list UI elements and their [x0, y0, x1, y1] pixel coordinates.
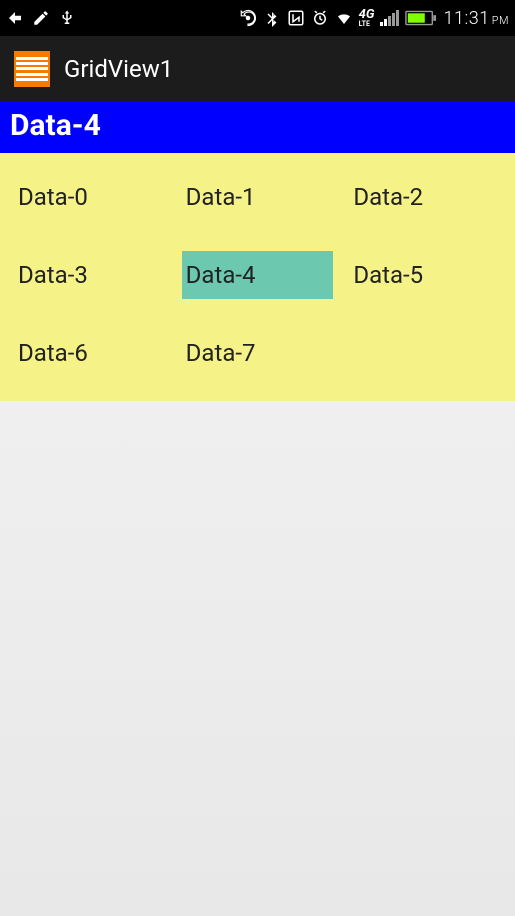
grid-item-0[interactable]: Data-0	[14, 173, 166, 221]
alarm-icon	[311, 9, 329, 27]
status-right: 4G LTE 11:31PM	[239, 8, 509, 29]
wifi-icon	[335, 9, 353, 27]
time-value: 11:31	[443, 8, 489, 29]
grid-item-2[interactable]: Data-2	[349, 173, 501, 221]
battery-icon	[405, 10, 437, 26]
grid-item-5[interactable]: Data-5	[349, 251, 501, 299]
grid-view[interactable]: Data-0 Data-1 Data-2 Data-3 Data-4 Data-…	[14, 173, 501, 377]
selected-item-header: Data-4	[0, 102, 515, 153]
signal-icon	[380, 10, 399, 26]
edit-icon	[32, 9, 50, 27]
network-label: 4G	[359, 9, 375, 21]
status-time: 11:31PM	[443, 8, 509, 29]
time-suffix: PM	[492, 14, 509, 27]
grid-item-3[interactable]: Data-3	[14, 251, 166, 299]
grid-item-1[interactable]: Data-1	[182, 173, 334, 221]
nfc-icon	[287, 9, 305, 27]
action-bar: GridView1	[0, 36, 515, 102]
status-left	[6, 9, 76, 27]
phone-sync-icon	[239, 9, 257, 27]
status-bar: 4G LTE 11:31PM	[0, 0, 515, 36]
back-arrow-icon	[6, 9, 24, 27]
app-icon[interactable]	[14, 51, 50, 87]
grid-container: Data-0 Data-1 Data-2 Data-3 Data-4 Data-…	[0, 153, 515, 401]
grid-item-4[interactable]: Data-4	[182, 251, 334, 299]
bluetooth-icon	[263, 9, 281, 27]
app-title: GridView1	[64, 55, 173, 83]
usb-icon	[58, 9, 76, 27]
network-type: 4G LTE	[359, 9, 375, 27]
grid-item-6[interactable]: Data-6	[14, 329, 166, 377]
grid-item-7[interactable]: Data-7	[182, 329, 334, 377]
network-sub: LTE	[359, 21, 375, 27]
